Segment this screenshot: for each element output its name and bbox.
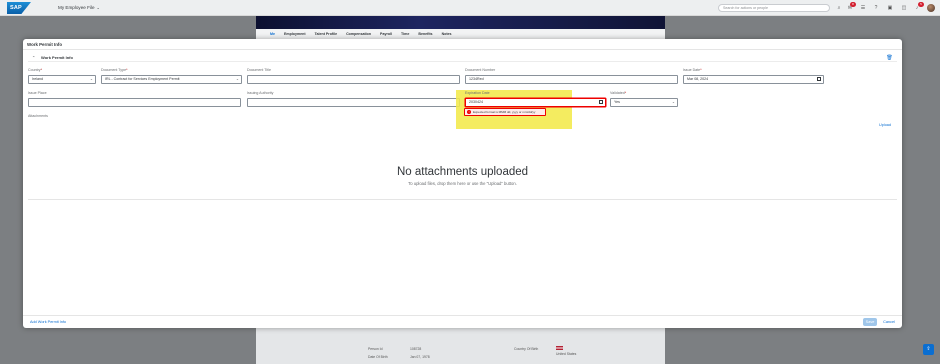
document-type-value: IRL - Contract for Services Employment P… <box>105 77 180 81</box>
empty-state-title: No attachments uploaded <box>396 166 529 178</box>
app-title-menu[interactable]: My Employee File ⌄ <box>58 5 100 10</box>
country-of-birth-label: Country Of Birth <box>514 347 539 351</box>
country-value: Ireland <box>32 77 43 81</box>
calendar-icon[interactable] <box>817 77 821 81</box>
document-title-label: Document Title <box>247 68 271 72</box>
tab-me[interactable]: Me <box>270 32 275 36</box>
issuing-authority-input[interactable] <box>247 98 460 107</box>
employee-tabs: Me Employment Talent Profile Compensatio… <box>256 29 665 39</box>
work-permit-dialog: Work Permit Info ⌃ Work Permit Info 🗑 Co… <box>23 39 902 328</box>
validated-select[interactable]: Yes ⌄ <box>610 98 678 107</box>
dialog-title: Work Permit Info <box>27 42 63 47</box>
error-text: Expected format is MMM dd, yyyy or mm/dd… <box>473 110 536 114</box>
dob-value: Jan 07, 1978 <box>410 355 430 359</box>
country-select[interactable]: Ireland ⌄ <box>28 75 96 84</box>
empty-state-subtitle: To upload files, drop them here or use t… <box>408 181 517 186</box>
chevron-down-icon: ⌄ <box>671 100 675 104</box>
tab-talent-profile[interactable]: Talent Profile <box>315 32 338 36</box>
document-type-label: Document Type* <box>101 68 128 72</box>
dialog-footer: Save Cancel <box>23 315 902 328</box>
country-of-birth-value: United States <box>556 352 577 356</box>
notification-badge: 8 <box>850 2 856 7</box>
country-label: Country* <box>28 68 42 72</box>
issue-place-input[interactable] <box>28 98 241 107</box>
document-title-input[interactable] <box>247 75 460 84</box>
tab-time[interactable]: Time <box>401 32 409 36</box>
tab-employment[interactable]: Employment <box>284 32 306 36</box>
cancel-button[interactable]: Cancel <box>881 318 897 326</box>
chevron-down-icon: ⌄ <box>235 77 239 81</box>
messages-icon[interactable]: ▣ <box>886 4 894 12</box>
help-icon[interactable]: ? <box>872 4 880 12</box>
dob-label: Date Of Birth <box>368 355 388 359</box>
chevron-down-icon: ⌄ <box>96 5 100 10</box>
help-assistant-button[interactable]: ⇧ <box>923 344 934 355</box>
expiration-date-picker[interactable]: 2030424 <box>465 98 606 107</box>
upload-link[interactable]: Upload <box>879 123 891 127</box>
save-button[interactable]: Save <box>863 318 877 326</box>
issue-place-label: Issue Place <box>28 91 47 95</box>
expiration-date-label: Expiration Date <box>465 91 490 95</box>
error-icon: ! <box>467 110 471 114</box>
shell-bar: SAP My Employee File ⌄ Search for actions… <box>0 0 940 16</box>
chevron-down-icon: ⌄ <box>89 77 93 81</box>
attachments-label: Attachments <box>28 114 48 118</box>
us-flag-icon <box>556 346 563 350</box>
dialog-header: Work Permit Info <box>23 39 902 50</box>
issue-date-picker[interactable]: Mar 08, 2024 <box>683 75 824 84</box>
document-type-select[interactable]: IRL - Contract for Services Employment P… <box>101 75 242 84</box>
error-message: ! Expected format is MMM dd, yyyy or mm/… <box>464 108 546 116</box>
validated-label: Validated* <box>610 91 627 95</box>
validated-value: Yes <box>614 100 620 104</box>
tab-benefits[interactable]: Benefits <box>418 32 432 36</box>
sap-logo[interactable]: SAP <box>7 2 31 14</box>
person-id-label: Person Id <box>368 347 383 351</box>
section-title: Work Permit Info <box>41 55 73 60</box>
app-title: My Employee File <box>58 5 95 10</box>
section-header: ⌃ Work Permit Info <box>28 53 897 62</box>
personal-info-section: Person Id 108728 Date Of Birth Jan 07, 1… <box>256 328 665 364</box>
avatar[interactable] <box>927 4 935 12</box>
profile-banner <box>256 16 665 29</box>
issue-date-label: Issue Date* <box>683 68 702 72</box>
search-icon[interactable]: ⌕ <box>835 4 843 12</box>
person-id-value: 108728 <box>410 347 422 351</box>
issue-date-value: Mar 08, 2024 <box>687 77 709 81</box>
expiration-date-value: 2030424 <box>469 100 483 104</box>
chat-icon[interactable]: ☰ <box>859 4 867 12</box>
divider <box>28 199 897 200</box>
feedback-icon[interactable]: ◫ <box>900 4 908 12</box>
collapse-icon[interactable]: ⌃ <box>32 55 35 60</box>
delete-icon[interactable]: 🗑 <box>886 55 893 62</box>
tab-notes[interactable]: Notes <box>442 32 452 36</box>
tab-compensation[interactable]: Compensation <box>346 32 371 36</box>
tab-payroll[interactable]: Payroll <box>380 32 392 36</box>
document-number-input[interactable]: 1234Red <box>465 75 678 84</box>
issuing-authority-label: Issuing Authority <box>247 91 274 95</box>
bell-badge: 5 <box>918 2 924 7</box>
document-number-label: Document Number <box>465 68 496 72</box>
search-input[interactable]: Search for actions or people <box>718 4 830 12</box>
calendar-icon[interactable] <box>599 100 603 104</box>
